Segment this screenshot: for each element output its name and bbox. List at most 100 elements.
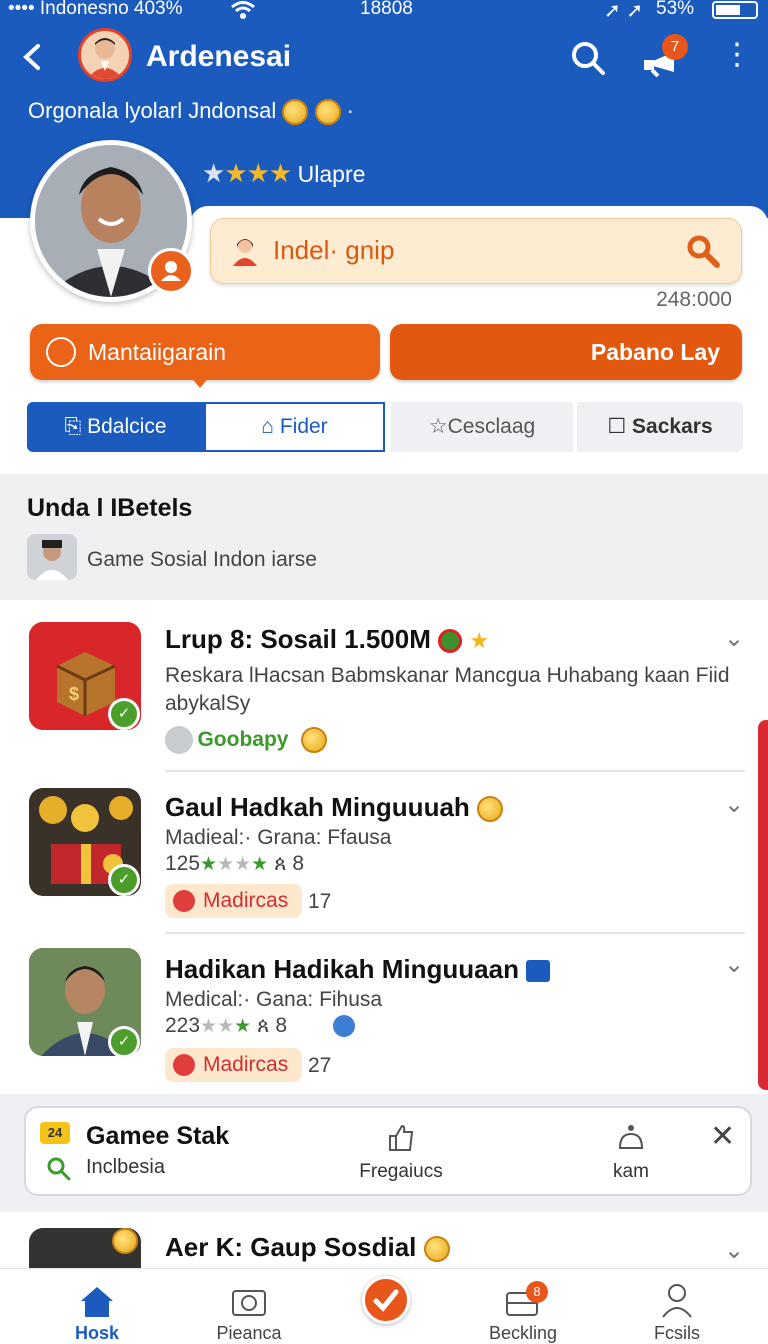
divider [165,932,745,934]
search-input[interactable]: Indel· gnip [210,218,742,284]
tab-label: Cesclaag [447,415,536,438]
nav-label: Pieanca [216,1323,282,1343]
rating-label: Ulapre [297,161,366,187]
battery-label: 53% [656,0,695,19]
secondary-action-label: Pabano Lay [590,339,720,365]
game-store-card[interactable]: 24 Gamee Stak Inclbesia Fregaiucs kam ✕ [24,1106,752,1196]
user-icon [662,1284,692,1318]
tab-sackars[interactable]: ☐ Sackars [577,402,743,452]
chevron-down-icon[interactable]: ⌄ [724,1236,744,1265]
section-subtitle: Game Sosial Indon iarse [87,548,317,571]
primary-action-button[interactable]: Mantaiigarain [30,324,380,388]
verified-badge-icon: ✓ [108,1026,140,1058]
nav-item-briefcase[interactable]: 8 Beckling [458,1269,588,1344]
cart-icon [173,1054,195,1076]
search-icon[interactable] [568,38,608,78]
tab-bdalcice[interactable]: ⎘ Bdalcice [27,402,204,452]
search-icon[interactable] [46,1156,72,1182]
store-location: Inclbesia [86,1156,165,1178]
item-meta: 125★★★★ ጰ 8 [165,852,305,875]
search-text: Indel· gnip [273,235,395,265]
chevron-down-icon[interactable]: ⌄ [724,953,746,978]
back-icon[interactable] [20,40,52,76]
secondary-action-button[interactable]: Pabano Lay [390,324,742,380]
store-col-button[interactable]: kam [586,1122,676,1183]
profile-photo[interactable] [30,140,194,302]
notification-badge: 7 [662,34,688,60]
close-icon[interactable]: ✕ [710,1122,735,1152]
home-icon [81,1287,113,1317]
item-title: Hadikan Hadikah Minguuaan [165,954,551,985]
carrier-label: •••• Indonesno 403% [8,0,183,19]
item-title: Gaul Hadkah Minguuuah [165,792,504,823]
checkbox-icon [526,960,551,983]
rating-stars: ★★★ [200,1016,252,1037]
location-icon: ➚ ➚ [604,0,644,22]
top-app-bar: Ardenesai 7 ⋮ [0,26,768,92]
item-tag: Madircas [165,884,303,918]
tab-fider[interactable]: ⌂ Fider [204,402,385,452]
game-store-bar: 24 Gamee Stak Inclbesia Fregaiucs kam ✕ [0,1094,768,1212]
tab-label: Bdalcice [87,415,167,438]
gauge-icon [46,337,76,367]
tab-cesclaag[interactable]: ☆Cesclaag [391,402,573,452]
nav-item-profile[interactable]: Fcsils [612,1269,742,1344]
header-subtitle: Orgonala lyolarl Jndonsal · [28,98,354,126]
verified-badge-icon: ✓ [108,864,140,896]
coin-icon [112,1228,138,1254]
tag-count: 27 [308,1054,332,1077]
list-item[interactable]: ✓ Hadikan Hadikah Minguuaan Medical:· Ga… [0,948,768,1094]
thumb-icon [389,1124,414,1151]
avatar[interactable] [78,28,132,82]
divider [165,770,745,772]
store-title: Gamee Stak [86,1122,230,1150]
coin-icon [314,99,341,126]
nav-item-camera[interactable]: Pieanca [184,1269,314,1344]
item-title: Lrup 8: Sosail 1.500M ★ [165,624,490,654]
search-icon[interactable] [685,233,721,269]
primary-action-label: Mantaiigarain [88,339,227,365]
list-item[interactable]: ✓ Gaul Hadkah Minguuuah Madieal:· Grana:… [0,786,768,936]
nav-badge: 8 [526,1281,548,1303]
nav-item-home[interactable]: Hosk [32,1269,162,1344]
tab-bar: ⎘ Bdalcice ⌂ Fider ☆Cesclaag ☐ Sackars [27,402,743,452]
coin-icon [282,99,309,126]
list-item[interactable]: $ ✓ Lrup 8: Sosail 1.500M ★ Reskara lHac… [0,620,768,772]
page-title: Ardenesai [146,40,292,73]
subtitle-text: Orgonala lyolarl Jndonsal [28,98,277,123]
coin-icon [423,1236,450,1263]
more-options-icon[interactable]: ⋮ [722,40,752,76]
globe-icon [332,1015,355,1038]
group-avatar-icon [27,534,77,580]
verified-badge-icon: ✓ [108,698,140,730]
coin-icon [477,796,504,823]
star-icon: ☆ [428,415,448,438]
store-badge: 24 [40,1122,70,1144]
item-tag: Goobapy [165,726,327,754]
svg-text:$: $ [69,684,79,704]
profile-rating: ★★★★ Ulapre [202,158,365,189]
store-col-button[interactable]: Fregaiucs [346,1122,456,1183]
item-description: Reskara lHacsan Babmskanar Mancgua Ƕhaba… [165,664,730,687]
item-description: Medical:· Gana: Fihusa [165,988,383,1011]
item-meta: 223★★★ ጰ 8 [165,1012,355,1041]
clock-label: 18808 [360,0,413,19]
scroll-indicator[interactable] [758,720,768,1090]
nav-label: Beckling [488,1323,558,1343]
check-icon[interactable] [362,1276,410,1324]
battery-icon [712,1,758,19]
tab-label: Fider [279,415,328,438]
nav-label: Hosk [74,1323,119,1343]
status-bar: •••• Indonesno 403% 18808 ➚ ➚ 53% [0,0,768,24]
store-col-label: Fregaiucs [359,1161,443,1182]
list-item[interactable]: Aer K: Gaup Sosdial ⌄ [0,1212,768,1288]
edit-avatar-icon[interactable] [148,248,194,294]
coin-icon [300,727,327,753]
rating-stars: ★★★★ [202,158,292,188]
section-header: Unda l IBetels Game Sosial Indon iarse [0,474,768,600]
checkbox-icon: ☐ [607,415,633,438]
chevron-down-icon[interactable]: ⌄ [724,627,746,652]
chevron-down-icon[interactable]: ⌄ [724,793,746,818]
cart-icon [173,890,195,912]
avatar-icon [229,234,261,266]
